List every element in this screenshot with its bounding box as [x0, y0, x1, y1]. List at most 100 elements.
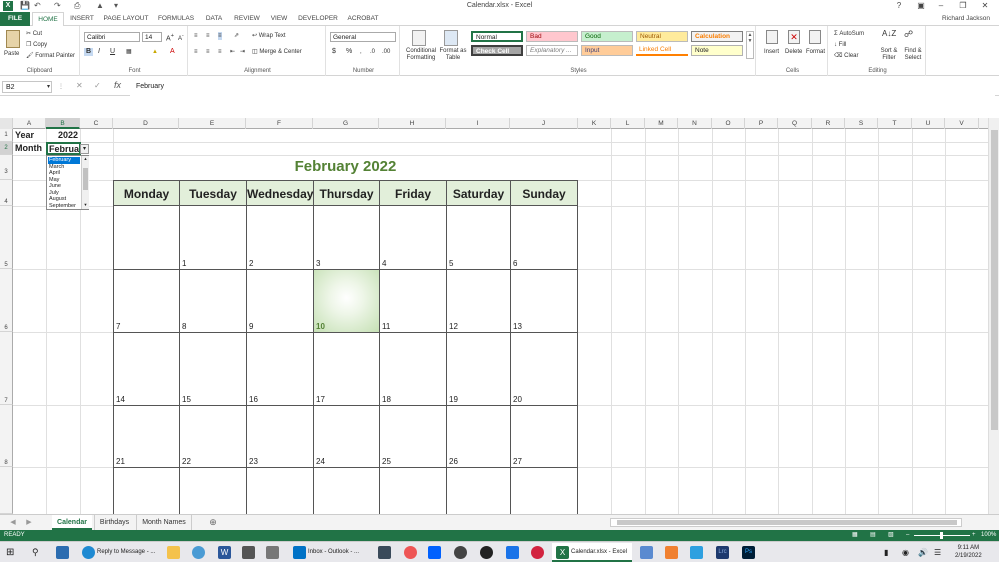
- app-icon[interactable]: [531, 546, 544, 559]
- sheet-tab-calendar[interactable]: Calendar: [52, 515, 92, 530]
- volume-icon[interactable]: 🔊: [918, 545, 928, 560]
- tab-page-layout[interactable]: PAGE LAYOUT: [100, 12, 152, 26]
- calendar-day-cell[interactable]: 5: [446, 205, 511, 270]
- font-color-icon[interactable]: A: [170, 48, 175, 56]
- excel-icon[interactable]: X: [556, 546, 569, 559]
- column-header-j[interactable]: J: [510, 118, 578, 129]
- horizontal-scroll-thumb[interactable]: [617, 520, 957, 525]
- font-name-select[interactable]: Calibri: [84, 32, 140, 42]
- conditional-formatting-icon[interactable]: [412, 30, 426, 46]
- cancel-entry-icon[interactable]: ✕: [76, 82, 83, 90]
- calendar-day-cell[interactable]: 24: [313, 405, 380, 468]
- app-icon[interactable]: [404, 546, 417, 559]
- user-name[interactable]: Richard Jackson: [900, 12, 990, 26]
- dropdown-option[interactable]: September: [48, 203, 76, 210]
- styles-more-icon[interactable]: ▲ ▼: [746, 31, 754, 59]
- new-sheet-icon[interactable]: ⊕: [206, 515, 220, 530]
- cell-a1[interactable]: Year: [15, 130, 34, 140]
- calendar-day-cell[interactable]: 17: [313, 332, 380, 406]
- column-header-l[interactable]: L: [611, 118, 645, 129]
- windows-start-icon[interactable]: ⊞: [6, 545, 14, 560]
- scroll-down-icon[interactable]: ▼: [82, 202, 89, 207]
- sheet-tab-birthdays[interactable]: Birthdays: [94, 515, 134, 530]
- select-all-corner[interactable]: [0, 118, 13, 129]
- word-icon[interactable]: W: [218, 546, 231, 559]
- column-header-u[interactable]: U: [912, 118, 945, 129]
- calendar-day-cell[interactable]: 27: [510, 405, 578, 468]
- fill-color-icon[interactable]: ▲: [152, 48, 158, 56]
- name-box[interactable]: B2: [2, 81, 52, 93]
- row-header-4[interactable]: 4: [0, 180, 13, 206]
- column-header-k[interactable]: K: [578, 118, 611, 129]
- vertical-scrollbar[interactable]: [988, 118, 999, 514]
- cut-button[interactable]: ✂ Cut: [26, 30, 42, 38]
- font-size-select[interactable]: 14: [142, 32, 162, 42]
- increase-indent-icon[interactable]: ⇥: [240, 48, 245, 56]
- horizontal-scrollbar[interactable]: [610, 518, 962, 527]
- app-icon[interactable]: [56, 546, 69, 559]
- style-good[interactable]: Good: [581, 31, 633, 42]
- app-icon[interactable]: [266, 546, 279, 559]
- tab-home[interactable]: HOME: [32, 12, 64, 27]
- style-check-cell[interactable]: Check Cell: [471, 45, 523, 56]
- column-header-f[interactable]: F: [246, 118, 313, 129]
- tab-insert[interactable]: INSERT: [66, 12, 98, 26]
- zoom-slider[interactable]: [914, 532, 970, 539]
- style-calculation[interactable]: Calculation: [691, 31, 743, 42]
- app-icon[interactable]: [378, 546, 391, 559]
- comma-icon[interactable]: ,: [360, 48, 362, 56]
- column-header-v[interactable]: V: [945, 118, 979, 129]
- page-layout-view-icon[interactable]: ▤: [870, 530, 876, 541]
- copy-button[interactable]: ❐ Copy: [26, 41, 47, 49]
- top-align-icon[interactable]: ≡: [194, 32, 198, 40]
- middle-align-icon[interactable]: ≡: [206, 32, 210, 40]
- sheet-tab-month-names[interactable]: Month Names: [136, 515, 192, 530]
- align-left-icon[interactable]: ≡: [194, 48, 198, 56]
- calendar-day-cell[interactable]: 13: [510, 269, 578, 333]
- format-button[interactable]: Format: [806, 48, 825, 56]
- column-header-q[interactable]: Q: [778, 118, 812, 129]
- delete-cells-icon[interactable]: ✕: [788, 30, 800, 44]
- calendar-day-cell[interactable]: 20: [510, 332, 578, 406]
- format-table-icon[interactable]: [444, 30, 458, 46]
- percent-icon[interactable]: %: [346, 48, 352, 56]
- cell-b1[interactable]: 2022: [46, 130, 78, 140]
- calendar-day-cell[interactable]: 15: [179, 332, 247, 406]
- column-header-o[interactable]: O: [712, 118, 745, 129]
- format-cells-icon[interactable]: [809, 30, 821, 44]
- column-header-b[interactable]: B: [46, 118, 80, 129]
- calendar-day-cell[interactable]: 19: [446, 332, 511, 406]
- confirm-entry-icon[interactable]: ✓: [94, 82, 101, 90]
- zoom-level[interactable]: 100%: [981, 530, 996, 541]
- calendar-day-cell[interactable]: 8: [179, 269, 247, 333]
- tab-review[interactable]: REVIEW: [230, 12, 264, 26]
- scroll-up-icon[interactable]: ▲: [82, 156, 89, 161]
- insert-cells-icon[interactable]: [766, 30, 778, 44]
- edge-icon[interactable]: [82, 546, 95, 559]
- formula-input[interactable]: February: [130, 80, 995, 114]
- calendar-day-cell[interactable]: 2: [246, 205, 314, 270]
- column-header-m[interactable]: M: [645, 118, 678, 129]
- file-explorer-icon[interactable]: [167, 546, 180, 559]
- prev-sheet-icon[interactable]: ◀: [8, 515, 18, 530]
- zoom-slider-handle[interactable]: [940, 532, 943, 539]
- taskbar-edge-label[interactable]: Reply to Message - ...: [97, 545, 155, 560]
- sort-filter-icon[interactable]: A↓Z: [882, 30, 896, 38]
- column-header-d[interactable]: D: [113, 118, 179, 129]
- conditional-formatting-button[interactable]: Conditional Formatting: [404, 48, 438, 62]
- wrap-text-button[interactable]: ↩ Wrap Text: [252, 32, 286, 40]
- number-format-select[interactable]: General: [330, 32, 396, 42]
- month-dropdown-list[interactable]: February March April May June July Augus…: [46, 155, 89, 210]
- fill-button[interactable]: ↓ Fill: [834, 41, 846, 49]
- delete-button[interactable]: Delete: [785, 48, 802, 56]
- vertical-scroll-thumb[interactable]: [991, 130, 998, 430]
- dropdown-arrow-icon[interactable]: ▾: [80, 144, 89, 154]
- calendar-day-cell[interactable]: 23: [246, 405, 314, 468]
- battery-icon[interactable]: ▮: [884, 545, 888, 560]
- next-sheet-icon[interactable]: ▶: [24, 515, 34, 530]
- calendar-day-cell[interactable]: [113, 467, 180, 514]
- column-header-h[interactable]: H: [379, 118, 446, 129]
- calendar-day-cell[interactable]: 12: [446, 269, 511, 333]
- style-neutral[interactable]: Neutral: [636, 31, 688, 42]
- calendar-day-cell[interactable]: 4: [379, 205, 447, 270]
